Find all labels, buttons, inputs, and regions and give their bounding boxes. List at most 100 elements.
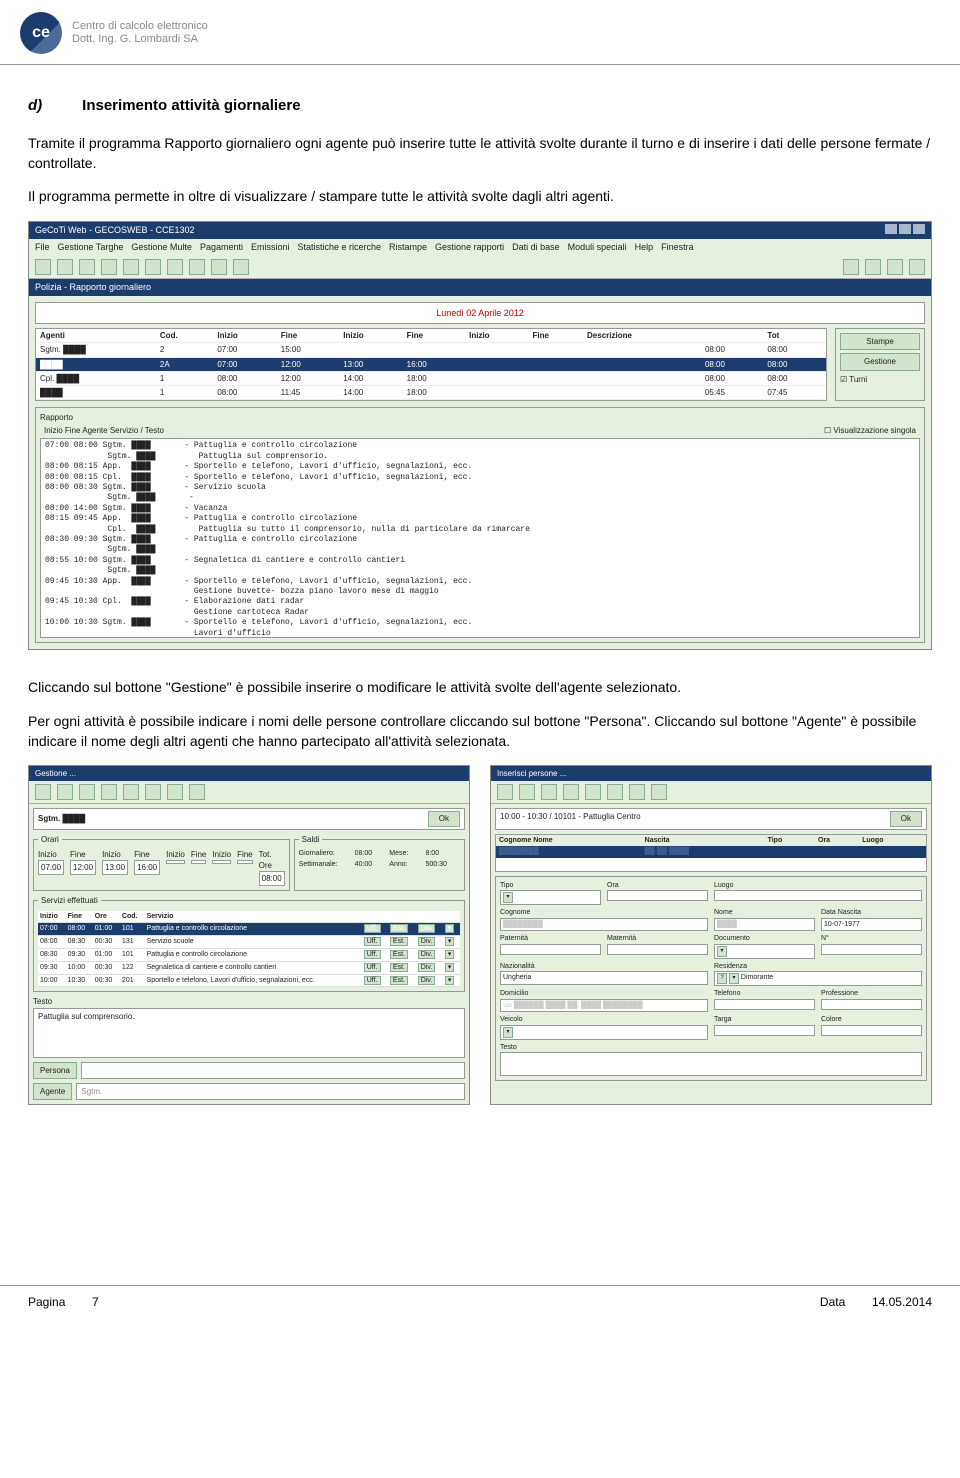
nav-next-icon[interactable] bbox=[887, 259, 903, 275]
toolbar-icon[interactable] bbox=[79, 259, 95, 275]
toolbar-icon[interactable] bbox=[57, 784, 73, 800]
nav-first-icon[interactable] bbox=[843, 259, 859, 275]
vis-singola-checkbox[interactable]: ☐ Visualizzazione singola bbox=[824, 425, 916, 436]
toolbar-icon[interactable] bbox=[123, 259, 139, 275]
servizi-row[interactable]: 07:0008:0001:00101Pattuglia e controllo … bbox=[38, 923, 460, 936]
data-nascita-field[interactable]: 10-07-1977 bbox=[821, 918, 922, 932]
servizi-row[interactable]: 08:3009:3001:00101Pattuglia e controllo … bbox=[38, 948, 460, 961]
menu-item[interactable]: Ristampe bbox=[389, 242, 427, 252]
ora-field[interactable] bbox=[607, 890, 708, 901]
menu-item[interactable]: Gestione Multe bbox=[131, 242, 192, 252]
telefono-field[interactable] bbox=[714, 999, 815, 1010]
nav-first-icon[interactable] bbox=[585, 784, 601, 800]
domicilio-field[interactable]: via ██████ ████ ██, ████ ████████ bbox=[500, 999, 708, 1013]
row-btn[interactable]: Uff. bbox=[364, 937, 381, 946]
menu-item[interactable]: Emissioni bbox=[251, 242, 290, 252]
orari-field[interactable] bbox=[166, 860, 185, 864]
row-btn[interactable]: Est. bbox=[390, 924, 408, 933]
toolbar-icon[interactable] bbox=[57, 259, 73, 275]
paternita-field[interactable] bbox=[500, 944, 601, 955]
orari-field[interactable]: 16:00 bbox=[134, 860, 160, 875]
toolbar-icon[interactable] bbox=[519, 784, 535, 800]
toolbar-icon[interactable] bbox=[563, 784, 579, 800]
nav-prev-icon[interactable] bbox=[607, 784, 623, 800]
stampe-button[interactable]: Stampe bbox=[840, 333, 920, 350]
inserisci-toolbar[interactable] bbox=[491, 781, 931, 804]
toolbar-icon[interactable] bbox=[233, 259, 249, 275]
servizi-row[interactable]: 10:0010:3000:30201Sportello e telefono, … bbox=[38, 974, 460, 987]
row-btn[interactable]: Div. bbox=[418, 976, 436, 985]
agente-field[interactable]: Sgtm. bbox=[76, 1083, 465, 1100]
dropdown-icon[interactable]: ▾ bbox=[445, 963, 455, 972]
menu-item[interactable]: Help bbox=[635, 242, 654, 252]
toolbar-icon[interactable] bbox=[101, 784, 117, 800]
row-btn[interactable]: Div. bbox=[418, 924, 436, 933]
ins-list-row[interactable]: ██████████-██-████ bbox=[496, 846, 926, 858]
persona-field[interactable] bbox=[81, 1062, 465, 1079]
menu-item[interactable]: Gestione rapporti bbox=[435, 242, 504, 252]
row-btn[interactable]: Div. bbox=[418, 950, 436, 959]
toolbar-icon[interactable] bbox=[79, 784, 95, 800]
servizi-row[interactable]: 08:0008:3000:30131Servizio scuoleUff.Est… bbox=[38, 936, 460, 949]
menu-item[interactable]: Finestra bbox=[661, 242, 694, 252]
dropdown-icon[interactable]: ▾ bbox=[445, 937, 455, 946]
row-btn[interactable]: Uff. bbox=[364, 924, 381, 933]
row-btn[interactable]: Est. bbox=[390, 937, 408, 946]
agenti-row[interactable]: Cpl. ████108:0012:0014:0018:0008:0008:00 bbox=[36, 371, 826, 385]
row-btn[interactable]: Uff. bbox=[364, 976, 381, 985]
toolbar-icon[interactable] bbox=[497, 784, 513, 800]
orari-field[interactable]: 13:00 bbox=[102, 860, 128, 875]
turni-checkbox[interactable]: ☑ Turni bbox=[840, 374, 920, 385]
nav-next-icon[interactable] bbox=[629, 784, 645, 800]
dropdown-icon[interactable]: ▾ bbox=[445, 950, 455, 959]
nav-next-icon[interactable] bbox=[167, 784, 183, 800]
ok-button[interactable]: Ok bbox=[428, 811, 460, 826]
row-btn[interactable]: Est. bbox=[390, 976, 408, 985]
toolbar[interactable] bbox=[29, 256, 931, 279]
nav-last-icon[interactable] bbox=[909, 259, 925, 275]
ok-button[interactable]: Ok bbox=[890, 811, 922, 826]
menu-item[interactable]: Moduli speciali bbox=[568, 242, 627, 252]
nav-last-icon[interactable] bbox=[651, 784, 667, 800]
professione-field[interactable] bbox=[821, 999, 922, 1010]
nav-prev-icon[interactable] bbox=[145, 784, 161, 800]
menu-item[interactable]: File bbox=[35, 242, 50, 252]
servizi-table[interactable]: InizioFineOreCod.Servizio07:0008:0001:00… bbox=[38, 911, 460, 988]
row-btn[interactable]: Est. bbox=[390, 963, 408, 972]
orari-field[interactable]: 08:00 bbox=[259, 871, 285, 886]
agenti-table[interactable]: AgentiCod.InizioFineInizioFineInizioFine… bbox=[35, 328, 827, 401]
dropdown-icon[interactable]: ▾ bbox=[445, 976, 455, 985]
toolbar-icon[interactable] bbox=[101, 259, 117, 275]
nav-last-icon[interactable] bbox=[189, 784, 205, 800]
orari-field[interactable] bbox=[212, 860, 231, 864]
nazionalita-field[interactable]: Ungheria bbox=[500, 971, 708, 985]
rapporto-list[interactable]: 07:00 08:00 Sgtm. ████ - Pattuglia e con… bbox=[40, 438, 920, 638]
maternita-field[interactable] bbox=[607, 944, 708, 955]
toolbar-icon[interactable] bbox=[189, 259, 205, 275]
row-btn[interactable]: Uff. bbox=[364, 950, 381, 959]
toolbar-icon[interactable] bbox=[35, 784, 51, 800]
toolbar-icon[interactable] bbox=[167, 259, 183, 275]
veicolo-field[interactable]: ▾ bbox=[500, 1025, 708, 1039]
tipo-field[interactable]: ▾ bbox=[500, 890, 601, 904]
menu-item[interactable]: Pagamenti bbox=[200, 242, 243, 252]
orari-field[interactable] bbox=[237, 860, 253, 864]
row-btn[interactable]: Est. bbox=[390, 950, 408, 959]
menu-item[interactable]: Statistiche e ricerche bbox=[297, 242, 381, 252]
servizi-row[interactable]: 09:3010:0000:30122Segnaletica di cantier… bbox=[38, 961, 460, 974]
nav-first-icon[interactable] bbox=[123, 784, 139, 800]
testo-textarea[interactable]: Pattuglia sul comprensorio. bbox=[33, 1008, 465, 1058]
residenza-field[interactable]: ? ▾ Dimorante bbox=[714, 971, 922, 985]
agente-button[interactable]: Agente bbox=[33, 1083, 72, 1100]
gestione-button[interactable]: Gestione bbox=[840, 353, 920, 370]
orari-field[interactable]: 12:00 bbox=[70, 860, 96, 875]
nome-field[interactable]: ████ bbox=[714, 918, 815, 932]
ins-list[interactable]: Cognome NomeNascitaTipoOraLuogo█████████… bbox=[495, 834, 927, 872]
documento-field[interactable]: ▾ bbox=[714, 944, 815, 958]
ins-testo-field[interactable] bbox=[500, 1052, 922, 1076]
luogo-field[interactable] bbox=[714, 890, 922, 901]
nav-prev-icon[interactable] bbox=[865, 259, 881, 275]
row-btn[interactable]: Div. bbox=[418, 963, 436, 972]
menu-item[interactable]: Dati di base bbox=[512, 242, 560, 252]
row-btn[interactable]: Uff. bbox=[364, 963, 381, 972]
